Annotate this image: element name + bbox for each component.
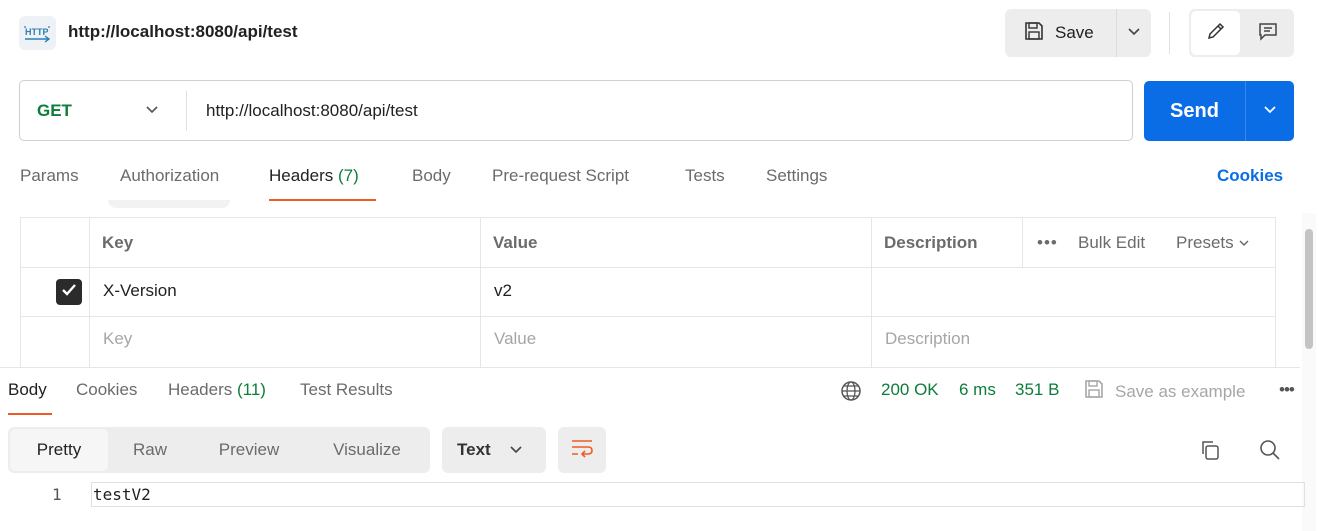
url-input[interactable] — [206, 81, 1106, 140]
row-divider — [21, 267, 1275, 268]
header-key-cell[interactable]: X-Version — [103, 281, 177, 301]
presets-label: Presets — [1176, 233, 1234, 252]
comments-button[interactable] — [1243, 11, 1292, 55]
tab-params[interactable]: Params — [20, 166, 79, 186]
save-options-button[interactable] — [1116, 9, 1151, 57]
chevron-down-icon — [1263, 102, 1277, 120]
column-divider — [480, 218, 481, 368]
new-value-field[interactable]: Value — [494, 329, 536, 349]
column-divider — [89, 218, 90, 368]
tab-headers-label: Headers — [269, 166, 334, 185]
svg-text:HTTP: HTTP — [25, 27, 49, 37]
new-key-field[interactable]: Key — [103, 329, 132, 349]
globe-icon[interactable] — [840, 380, 862, 407]
url-divider — [186, 91, 187, 131]
response-body-line[interactable]: testV2 — [93, 485, 151, 504]
tab-settings[interactable]: Settings — [766, 166, 827, 186]
tab-pre-request-script[interactable]: Pre-request Script — [492, 166, 629, 186]
chevron-down-icon — [1127, 24, 1141, 42]
headers-table: Key Value Description ••• Bulk Edit Pres… — [20, 217, 1276, 368]
current-line-highlight — [91, 482, 1305, 507]
checkmark-icon — [61, 283, 77, 302]
comment-icon — [1257, 20, 1279, 47]
more-options-icon[interactable]: ••• — [1279, 380, 1295, 400]
search-icon[interactable] — [1256, 436, 1284, 464]
response-time[interactable]: 6 ms — [959, 380, 996, 400]
chevron-down-icon — [1238, 233, 1250, 252]
view-mode-preview[interactable]: Preview — [192, 429, 306, 471]
row-divider — [21, 316, 1275, 317]
request-title[interactable]: http://localhost:8080/api/test — [68, 22, 298, 42]
save-as-example-label: Save as example — [1115, 381, 1246, 401]
view-mode-pretty[interactable]: Pretty — [10, 429, 108, 471]
format-dropdown[interactable]: Text — [442, 427, 546, 473]
column-header-value: Value — [493, 233, 538, 252]
copy-icon[interactable] — [1196, 436, 1224, 464]
wrap-lines-button[interactable] — [558, 427, 606, 473]
more-options-icon[interactable]: ••• — [1037, 233, 1058, 253]
column-divider — [871, 218, 872, 368]
response-tab-headers[interactable]: Headers (11) — [168, 380, 266, 400]
chevron-down-icon — [509, 440, 523, 460]
pencil-icon — [1205, 20, 1227, 47]
save-button-group: Save — [1005, 9, 1151, 57]
cookies-link[interactable]: Cookies — [1217, 166, 1283, 186]
edit-button[interactable] — [1191, 11, 1240, 55]
view-mode-selector: Pretty Raw Preview Visualize — [8, 427, 430, 473]
mode-toggle-group — [1189, 9, 1294, 57]
tab-body[interactable]: Body — [412, 166, 451, 186]
response-tab-test-results[interactable]: Test Results — [300, 380, 393, 400]
view-mode-visualize[interactable]: Visualize — [306, 429, 428, 471]
response-size[interactable]: 351 B — [1015, 380, 1059, 400]
save-button[interactable]: Save — [1005, 9, 1115, 57]
http-request-icon: HTTP — [19, 16, 56, 50]
response-tab-headers-count: (11) — [237, 380, 266, 399]
status-code[interactable]: 200 OK — [881, 380, 939, 400]
response-tab-headers-label: Headers — [168, 380, 233, 399]
wrap-text-icon — [570, 438, 594, 463]
method-label: GET — [37, 100, 72, 120]
scrollbar-thumb[interactable] — [1305, 229, 1313, 349]
save-as-example-button[interactable]: Save as example — [1083, 378, 1245, 405]
new-description-field[interactable]: Description — [885, 329, 970, 349]
active-response-tab-indicator — [8, 413, 52, 415]
response-tab-cookies[interactable]: Cookies — [76, 380, 137, 400]
tab-headers-count: (7) — [338, 166, 359, 185]
active-tab-indicator — [269, 199, 376, 201]
bulk-edit-button[interactable]: Bulk Edit — [1078, 233, 1145, 253]
url-bar: GET — [19, 80, 1133, 141]
view-mode-raw[interactable]: Raw — [108, 429, 192, 471]
tab-authorization[interactable]: Authorization — [120, 166, 219, 186]
header-value-cell[interactable]: v2 — [494, 281, 512, 301]
tab-headers[interactable]: Headers (7) — [269, 166, 359, 186]
send-button[interactable]: Send — [1144, 81, 1245, 141]
send-options-button[interactable] — [1245, 81, 1294, 141]
line-number: 1 — [52, 485, 62, 504]
format-label: Text — [457, 440, 491, 459]
chevron-down-icon — [145, 103, 159, 121]
save-icon — [1023, 20, 1045, 47]
save-label: Save — [1055, 23, 1094, 42]
column-header-key: Key — [102, 233, 134, 252]
presets-dropdown[interactable]: Presets — [1176, 233, 1250, 253]
header-row-checkbox[interactable] — [56, 279, 82, 305]
save-icon — [1083, 378, 1105, 405]
column-header-description: Description — [884, 233, 978, 252]
tab-tests[interactable]: Tests — [685, 166, 725, 186]
scroll-shadow — [108, 200, 230, 208]
send-button-group: Send — [1144, 81, 1294, 141]
response-tab-body[interactable]: Body — [8, 380, 47, 400]
toolbar-divider — [1169, 12, 1170, 54]
response-divider[interactable] — [0, 367, 1300, 368]
column-divider — [1022, 218, 1023, 268]
method-select[interactable]: GET — [20, 81, 186, 140]
